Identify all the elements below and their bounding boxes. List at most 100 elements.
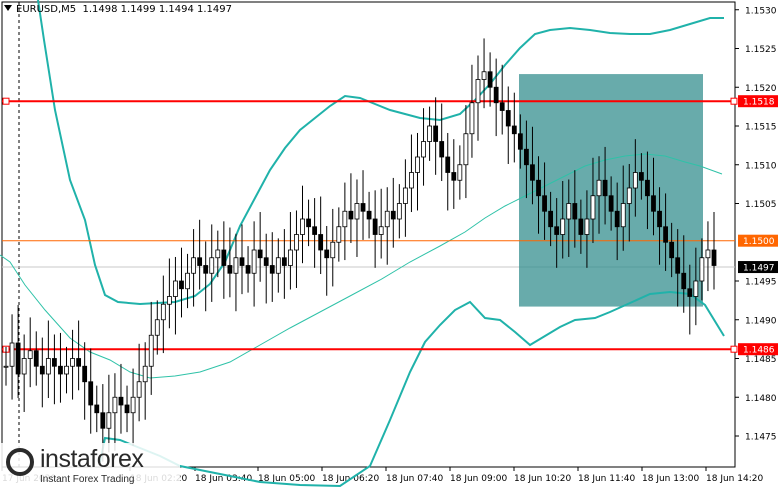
- price-flag-label: 1.1486: [743, 346, 775, 356]
- candle-body: [499, 102, 505, 111]
- candle-body: [614, 210, 620, 228]
- candle-body: [524, 148, 529, 166]
- candle-body: [173, 280, 178, 297]
- candle-body: [312, 226, 318, 235]
- candle-body: [154, 319, 160, 336]
- candle-body: [608, 195, 614, 212]
- candle-body: [245, 265, 251, 274]
- candle-body: [70, 358, 75, 367]
- current-price-label: 1.1497: [743, 264, 775, 274]
- candle-body: [705, 249, 711, 259]
- instaforex-logo: instaforex Instant Forex Trading: [0, 443, 180, 489]
- candle-body: [269, 265, 275, 274]
- candle-body: [681, 272, 687, 290]
- candle-body: [82, 365, 88, 383]
- candle-body: [657, 210, 662, 228]
- candle-body: [179, 280, 184, 290]
- candle-body: [596, 179, 602, 197]
- candle-body: [451, 172, 457, 181]
- logo-ring-icon: [6, 448, 34, 476]
- candle-body: [511, 125, 517, 135]
- candle-body: [185, 272, 190, 290]
- candle-body: [336, 226, 342, 243]
- candle-body: [632, 172, 638, 189]
- candle-body: [360, 203, 366, 212]
- symbol-header: EURUSD,M5 1.1498 1.1499 1.1494 1.1497: [4, 4, 232, 15]
- candle-body: [39, 365, 45, 375]
- price-tick-label: 1.1520: [745, 84, 777, 94]
- candle-body: [687, 288, 693, 297]
- candle-body: [548, 210, 554, 228]
- candle-body: [566, 203, 572, 220]
- candle-body: [669, 241, 675, 259]
- candle-body: [699, 257, 705, 282]
- candle-body: [378, 226, 384, 235]
- candle-body: [257, 249, 263, 259]
- price-flag-label: 1.1500: [743, 237, 775, 247]
- logo-tagline: Instant Forex Trading: [40, 474, 135, 485]
- candle-body: [711, 249, 717, 266]
- price-tick-label: 1.1525: [745, 45, 777, 55]
- chart-area[interactable]: 1.1530 1.1525 1.1520 1.1515 1.1510 1.1505 1.14…: [0, 0, 781, 489]
- candle-body: [27, 350, 33, 359]
- candle-body: [517, 133, 523, 150]
- candle-body: [372, 218, 378, 235]
- candle-body: [324, 249, 330, 259]
- candle-body: [348, 210, 354, 220]
- price-tick-label: 1.1510: [745, 161, 777, 171]
- level-anchor-handle[interactable]: [730, 97, 738, 105]
- candle-body: [124, 404, 130, 414]
- price-tick-label: 1.1515: [745, 123, 777, 133]
- candle-body: [560, 218, 566, 235]
- candle-body: [251, 249, 257, 274]
- logo-name: instaforex: [40, 445, 144, 473]
- candle-body: [427, 125, 432, 142]
- candle-body: [626, 187, 632, 204]
- candle-body: [433, 125, 439, 142]
- candle-body: [197, 257, 203, 266]
- candle-body: [505, 110, 511, 127]
- candle-body: [366, 210, 372, 220]
- candle-body: [645, 179, 650, 197]
- candle-body: [445, 156, 451, 173]
- candle-body: [542, 195, 547, 212]
- candle-body: [294, 234, 299, 251]
- candle-body: [263, 257, 269, 266]
- candle-body: [638, 172, 644, 181]
- candle-body: [136, 381, 142, 398]
- candle-body: [275, 257, 281, 274]
- candle-body: [300, 218, 305, 235]
- price-chart[interactable]: 1.1530 1.1525 1.1520 1.1515 1.1510 1.1505 1.14…: [0, 0, 781, 489]
- level-anchor-handle[interactable]: [2, 97, 10, 105]
- candle-body: [221, 249, 227, 266]
- candle-body: [475, 79, 481, 104]
- dropdown-triangle-icon[interactable]: [4, 5, 12, 11]
- price-tick-label: 1.1530: [745, 6, 777, 16]
- candle-body: [106, 412, 112, 429]
- candle-body: [487, 71, 493, 88]
- candle-body: [469, 102, 475, 135]
- candle-body: [288, 249, 293, 266]
- candle-body: [396, 203, 402, 220]
- candle-body: [76, 358, 82, 367]
- candle-body: [390, 210, 396, 220]
- candle-body: [318, 234, 324, 251]
- level-anchor-handle[interactable]: [730, 345, 738, 353]
- candle-body: [209, 257, 215, 274]
- candle-body: [578, 218, 584, 235]
- candle-body: [675, 257, 681, 274]
- ohlc-values: 1.1498 1.1499 1.1494 1.1497: [82, 4, 232, 15]
- candle-body: [215, 249, 221, 259]
- price-tick-label: 1.1480: [745, 394, 777, 404]
- candle-body: [45, 358, 51, 375]
- candle-body: [572, 203, 578, 220]
- candle-body: [409, 172, 414, 189]
- candle-body: [33, 350, 39, 367]
- candle-body: [415, 156, 420, 173]
- symbol-label: EURUSD,M5: [16, 4, 77, 15]
- candle-body: [481, 71, 487, 80]
- candle-body: [160, 303, 166, 321]
- candle-body: [554, 226, 560, 235]
- candle-body: [536, 179, 541, 197]
- time-tick-label: 18 Jun 09:00: [450, 474, 507, 484]
